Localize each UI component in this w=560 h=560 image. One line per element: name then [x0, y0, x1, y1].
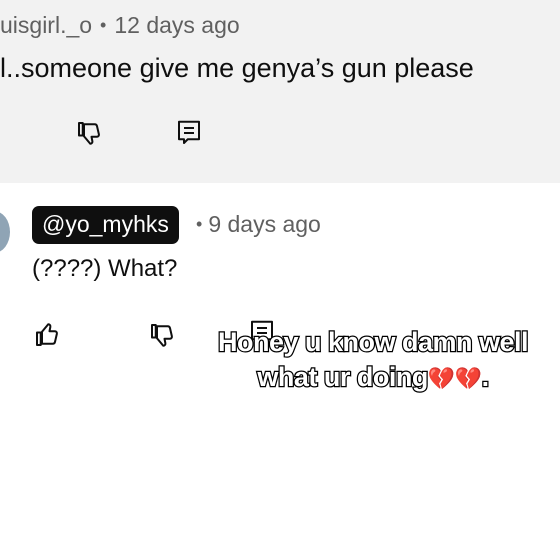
- reply-meta: • 9 days ago: [196, 211, 321, 238]
- overlay-caption: Honey u know damn well what ur doing💔💔.: [178, 325, 560, 396]
- dislike-icon: [151, 324, 173, 347]
- reply-text: (????) What?: [32, 255, 178, 282]
- reply-icon: [178, 120, 200, 144]
- dislike-button[interactable]: [72, 116, 106, 150]
- caption-line-1: Honey u know damn well: [217, 326, 530, 359]
- meta-separator: •: [100, 15, 107, 35]
- avatar[interactable]: [0, 211, 10, 253]
- like-icon: [36, 323, 58, 346]
- caption-line-2: what ur doing💔💔.: [178, 360, 560, 396]
- dislike-icon: [78, 122, 100, 145]
- reply-timestamp: 9 days ago: [208, 211, 321, 237]
- comment-meta: uisgirl._o • 12 days ago: [0, 12, 240, 39]
- dislike-button[interactable]: [145, 318, 179, 352]
- reply-button[interactable]: [172, 116, 206, 150]
- comment-username[interactable]: uisgirl._o: [0, 12, 92, 38]
- caption-period: .: [480, 361, 490, 394]
- comment-card-first: uisgirl._o • 12 days ago l..someone give m…: [0, 0, 560, 183]
- meta-separator: •: [196, 214, 203, 234]
- reply-handle-badge[interactable]: @yo_myhks: [32, 206, 179, 244]
- comment-timestamp: 12 days ago: [114, 12, 240, 38]
- comment-text: l..someone give me genya’s gun please: [0, 53, 474, 83]
- like-button[interactable]: [30, 318, 64, 352]
- caption-line-2-text: what ur doing: [256, 361, 429, 394]
- broken-heart-emojis: 💔💔: [427, 366, 482, 391]
